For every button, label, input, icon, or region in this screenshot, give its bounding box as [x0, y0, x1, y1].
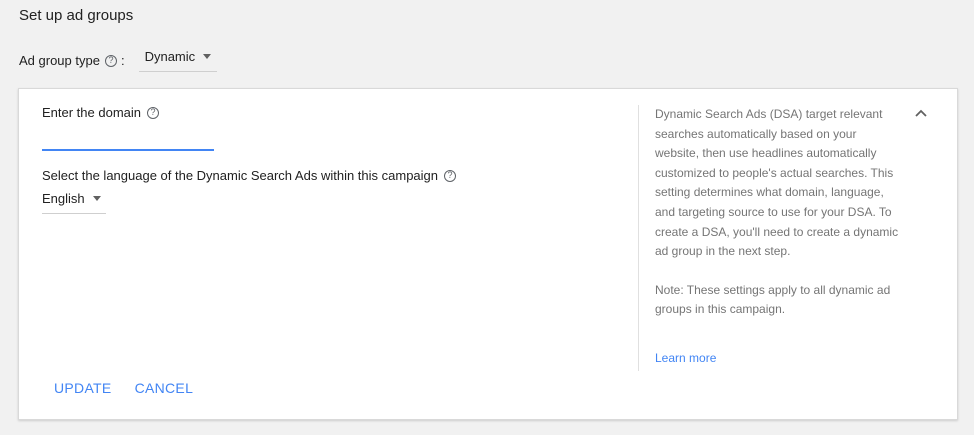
language-label: Select the language of the Dynamic Searc…: [42, 168, 439, 183]
caret-down-icon: [92, 196, 101, 201]
learn-more-link[interactable]: Learn more: [655, 351, 716, 365]
help-note: Note: These settings apply to all dynami…: [655, 282, 891, 317]
ad-group-type-dropdown[interactable]: Dynamic: [138, 49, 218, 72]
page-title: Set up ad groups: [19, 7, 134, 24]
language-label-row: Select the language of the Dynamic Searc…: [42, 168, 457, 183]
domain-label: Enter the domain: [42, 105, 142, 120]
ad-group-type-row: Ad group type ? : Dynamic: [19, 49, 218, 72]
domain-label-row: Enter the domain ?: [42, 105, 160, 120]
language-selected: English: [42, 191, 85, 206]
domain-input[interactable]: [42, 129, 214, 151]
language-dropdown[interactable]: English: [42, 191, 106, 214]
ad-group-type-colon: :: [120, 53, 125, 68]
help-description: Dynamic Search Ads (DSA) target relevant…: [655, 107, 899, 259]
ad-group-type-selected: Dynamic: [144, 49, 196, 64]
help-icon[interactable]: ?: [104, 54, 117, 67]
chevron-up-icon[interactable]: [915, 109, 927, 117]
panel-divider: [638, 105, 639, 371]
cancel-button[interactable]: CANCEL: [135, 380, 194, 396]
caret-down-icon: [203, 54, 212, 59]
help-icon[interactable]: ?: [444, 169, 457, 182]
help-icon[interactable]: ?: [147, 106, 160, 119]
help-panel: Dynamic Search Ads (DSA) target relevant…: [655, 105, 903, 320]
update-button[interactable]: UPDATE: [54, 380, 112, 396]
dsa-settings-card: Enter the domain ? Select the language o…: [18, 88, 958, 420]
form-actions: UPDATE CANCEL: [54, 380, 193, 396]
ad-group-type-label: Ad group type: [19, 53, 100, 68]
